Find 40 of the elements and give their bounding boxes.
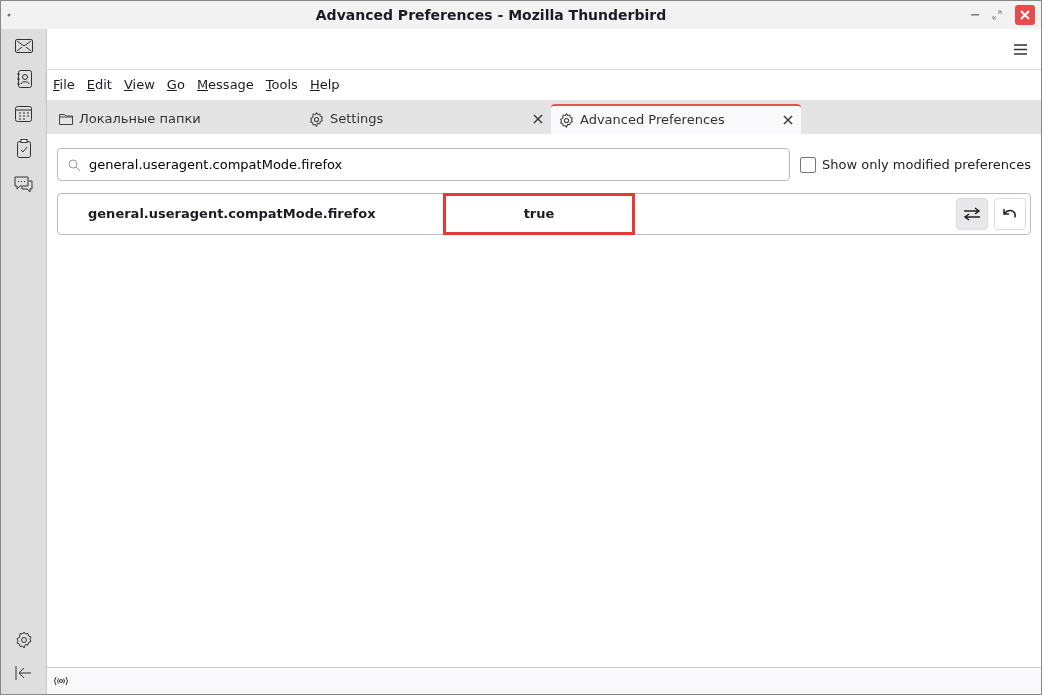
clipboard-check-icon[interactable] xyxy=(16,139,31,158)
preference-value: true xyxy=(443,193,635,235)
tab-label: Локальные папки xyxy=(79,110,202,129)
mail-icon[interactable] xyxy=(14,39,33,53)
settings-icon xyxy=(559,112,574,128)
tab-label: Advanced Preferences xyxy=(580,111,726,130)
address-book-icon[interactable] xyxy=(15,70,32,88)
close-tab-icon[interactable] xyxy=(783,115,793,125)
collapse-icon[interactable] xyxy=(15,666,32,680)
folder-icon xyxy=(59,113,73,125)
reset-button[interactable] xyxy=(994,198,1026,230)
chat-icon[interactable] xyxy=(14,175,33,193)
online-status-icon[interactable] xyxy=(53,676,69,686)
menu-item[interactable]: Tools xyxy=(265,75,298,95)
menu-icon[interactable] xyxy=(1014,43,1027,55)
toggle-button[interactable] xyxy=(955,198,988,230)
close-icon[interactable] xyxy=(1015,5,1035,25)
menu-item[interactable]: View xyxy=(123,75,155,95)
settings-icon[interactable] xyxy=(14,631,33,649)
swap-arrows-icon xyxy=(962,207,981,221)
window-title: Advanced Preferences - Mozilla Thunderbird xyxy=(314,5,668,25)
tab[interactable]: Локальные папки xyxy=(51,104,301,134)
undo-icon xyxy=(1003,208,1017,220)
close-tab-icon[interactable] xyxy=(533,114,543,124)
menu-item[interactable]: Go xyxy=(166,75,185,95)
calendar-icon[interactable] xyxy=(15,105,32,122)
tab[interactable]: Settings xyxy=(301,104,551,134)
checkbox[interactable] xyxy=(799,156,816,173)
checkbox-label: Show only modified preferences xyxy=(822,155,1031,174)
menu-item[interactable]: Edit xyxy=(86,75,112,95)
menu-item[interactable]: File xyxy=(53,75,75,95)
preference-name: general.useragent.compatMode.firefox xyxy=(88,205,377,224)
tab[interactable]: Advanced Preferences xyxy=(551,104,801,134)
window-menu-icon[interactable] xyxy=(7,13,11,17)
search-field[interactable]: general.useragent.compatMode.firefox xyxy=(57,148,790,181)
menu-item[interactable]: Help xyxy=(309,75,340,95)
maximize-icon[interactable] xyxy=(992,10,1002,20)
settings-icon xyxy=(309,111,324,127)
menu-item[interactable]: Message xyxy=(196,75,254,95)
tab-label: Settings xyxy=(330,110,385,129)
